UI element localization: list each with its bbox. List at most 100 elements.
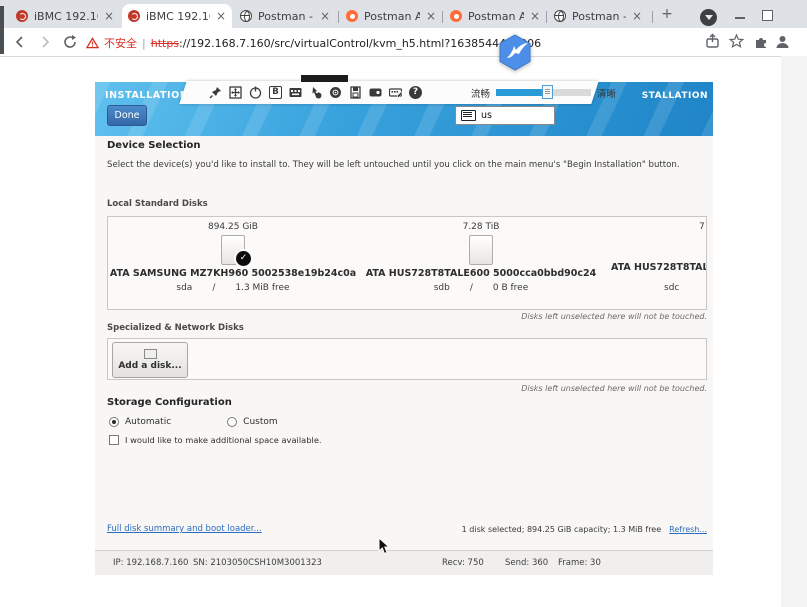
disk-name: ATA HUS728T8TAL: [611, 262, 707, 273]
disk-sdc[interactable]: 7 ATA HUS728T8TAL sdc: [604, 217, 707, 309]
tab-close-icon[interactable]: ×: [104, 9, 114, 23]
automatic-radio[interactable]: [109, 417, 119, 427]
postman-favicon-icon: [346, 10, 358, 22]
local-disks-box: 894.25 GiB ✓ ATA SAMSUNG MZ7KH960 500253…: [107, 216, 707, 310]
url-scheme: https: [151, 37, 179, 50]
tab-postman-browse-1[interactable]: Postman - Browse ×: [234, 4, 336, 28]
keyboard-macro-icon[interactable]: [389, 86, 402, 99]
tab-close-icon[interactable]: ×: [530, 9, 540, 23]
additional-space-checkbox[interactable]: [109, 435, 119, 445]
omnibox[interactable]: 不安全 | https://192.168.7.160/src/virtualC…: [86, 34, 541, 52]
refresh-link[interactable]: Refresh...: [669, 525, 707, 534]
status-sn: SN: 2103050CSH10M3001323: [193, 558, 322, 568]
disk-size: 894.25 GiB: [208, 222, 258, 232]
automatic-label: Automatic: [125, 417, 171, 427]
window-minimize-button[interactable]: [735, 17, 745, 19]
desktop-strip: [781, 56, 807, 607]
disk-dev: sdb: [434, 283, 450, 293]
window-maximize-button[interactable]: [762, 10, 773, 21]
url-text: ://192.168.7.160/src/virtualControl/kvm_…: [179, 37, 541, 50]
selected-check-icon: ✓: [234, 249, 253, 268]
local-disks-label: Local Standard Disks: [107, 199, 208, 209]
bookmark-star-icon[interactable]: [728, 33, 745, 50]
share-icon[interactable]: [704, 33, 721, 50]
slider-sharp-label: 清晰: [597, 86, 616, 100]
help-icon[interactable]: ?: [409, 86, 422, 99]
toolbar-collapse-handle[interactable]: [301, 75, 348, 82]
fullscreen-icon[interactable]: [229, 86, 242, 99]
device-selection-description: Select the device(s) you'd like to insta…: [107, 157, 704, 173]
pin-icon[interactable]: [209, 86, 222, 99]
save-floppy-icon[interactable]: [349, 86, 362, 99]
tab-separator: [442, 11, 443, 23]
back-icon[interactable]: [12, 34, 28, 50]
tab-close-icon[interactable]: ×: [426, 9, 436, 23]
tab-separator: [338, 11, 339, 23]
installer-distro-title: STALLATION: [642, 91, 708, 101]
new-tab-button[interactable]: +: [658, 6, 676, 24]
kvm-remote-screen: INSTALLATION DEST STALLATION Done us B: [95, 82, 713, 575]
profile-avatar-icon[interactable]: [774, 33, 791, 50]
tab-postman-api-1[interactable]: Postman API Platfo ×: [340, 4, 442, 28]
globe-favicon-icon: [554, 10, 566, 22]
disk-drive-icon: ✓: [221, 235, 245, 265]
disk-free: 0 B free: [493, 283, 528, 293]
tab-postman-api-2[interactable]: Postman API Platfo ×: [444, 4, 546, 28]
tab-close-icon[interactable]: ×: [320, 9, 330, 23]
tab-close-icon[interactable]: ×: [216, 9, 226, 23]
browser-tab-bar: iBMC 192.168.7.16 × iBMC 192.168.7.16 × …: [0, 0, 807, 28]
browser-menu-circle-button[interactable]: [700, 9, 717, 26]
tab-separator: [546, 11, 547, 23]
power-icon[interactable]: [249, 86, 262, 99]
security-warning-label: 不安全: [104, 35, 137, 51]
selection-summary: 1 disk selected; 894.25 GiB capacity; 1.…: [462, 525, 661, 534]
disk-detail-row: sdb / 0 B free: [434, 283, 529, 293]
cd-rom-icon[interactable]: [329, 86, 342, 99]
reload-icon[interactable]: [62, 34, 78, 50]
tab-ibmc-2-active[interactable]: iBMC 192.168.7.16 ×: [122, 4, 232, 28]
quality-slider[interactable]: [496, 89, 591, 96]
kvm-app-bird-logo-icon: [497, 34, 533, 72]
additional-space-label: I would like to make additional space av…: [125, 435, 322, 445]
disk-size: 7: [699, 222, 705, 232]
storage-configuration-heading: Storage Configuration: [107, 397, 232, 408]
globe-favicon-icon: [240, 10, 252, 22]
screen-record-icon[interactable]: [369, 86, 382, 99]
status-frame: Frame: 30: [558, 558, 601, 568]
disk-sda[interactable]: 894.25 GiB ✓ ATA SAMSUNG MZ7KH960 500253…: [108, 217, 358, 309]
add-disk-button[interactable]: Add a disk...: [112, 342, 188, 378]
tab-postman-browse-2[interactable]: Postman - Browse ×: [548, 4, 648, 28]
custom-label: Custom: [243, 417, 277, 427]
tab-title: Postman - Browse: [572, 10, 626, 23]
disk-sep: /: [212, 283, 215, 293]
disk-dev: sda: [176, 283, 192, 293]
custom-radio[interactable]: [227, 417, 237, 427]
storage-config-radios: Automatic Custom: [109, 417, 278, 427]
tab-title: iBMC 192.168.7.16: [34, 10, 98, 23]
extensions-puzzle-icon[interactable]: [753, 33, 770, 50]
spoke-footer: Full disk summary and boot loader... 1 d…: [107, 524, 707, 534]
disk-sdb[interactable]: 7.28 TiB ATA HUS728T8TALE600 5000cca0bbd…: [356, 217, 606, 309]
security-warning-icon: [86, 37, 99, 49]
disk-detail-row: sda / 1.3 MiB free: [176, 283, 289, 293]
tab-title: Postman - Browse: [258, 10, 314, 23]
mouse-icon[interactable]: [309, 86, 322, 99]
status-ip: IP: 192.168.7.160: [113, 558, 188, 568]
soft-keyboard-icon[interactable]: [289, 86, 302, 99]
unselected-note: Disks left unselected here will not be t…: [107, 312, 707, 321]
done-button[interactable]: Done: [107, 105, 147, 126]
tab-title: Postman API Platfo: [468, 10, 524, 23]
keyboard-layout-indicator[interactable]: us: [455, 106, 555, 125]
forward-icon[interactable]: [37, 34, 53, 50]
specialized-disks-box: Add a disk...: [107, 338, 707, 380]
tab-title: iBMC 192.168.7.16: [146, 10, 210, 23]
disk-dev: sdc: [664, 283, 679, 293]
slider-handle[interactable]: [542, 85, 553, 99]
tab-ibmc-1[interactable]: iBMC 192.168.7.16 ×: [10, 4, 120, 28]
keyboard-b-key-icon[interactable]: B: [269, 86, 282, 99]
tab-close-icon[interactable]: ×: [632, 9, 642, 23]
specialized-disks-label: Specialized & Network Disks: [107, 323, 244, 333]
full-disk-summary-link[interactable]: Full disk summary and boot loader...: [107, 524, 262, 534]
device-selection-spoke: Device Selection Select the device(s) yo…: [95, 136, 713, 550]
disk-free: 1.3 MiB free: [235, 283, 289, 293]
